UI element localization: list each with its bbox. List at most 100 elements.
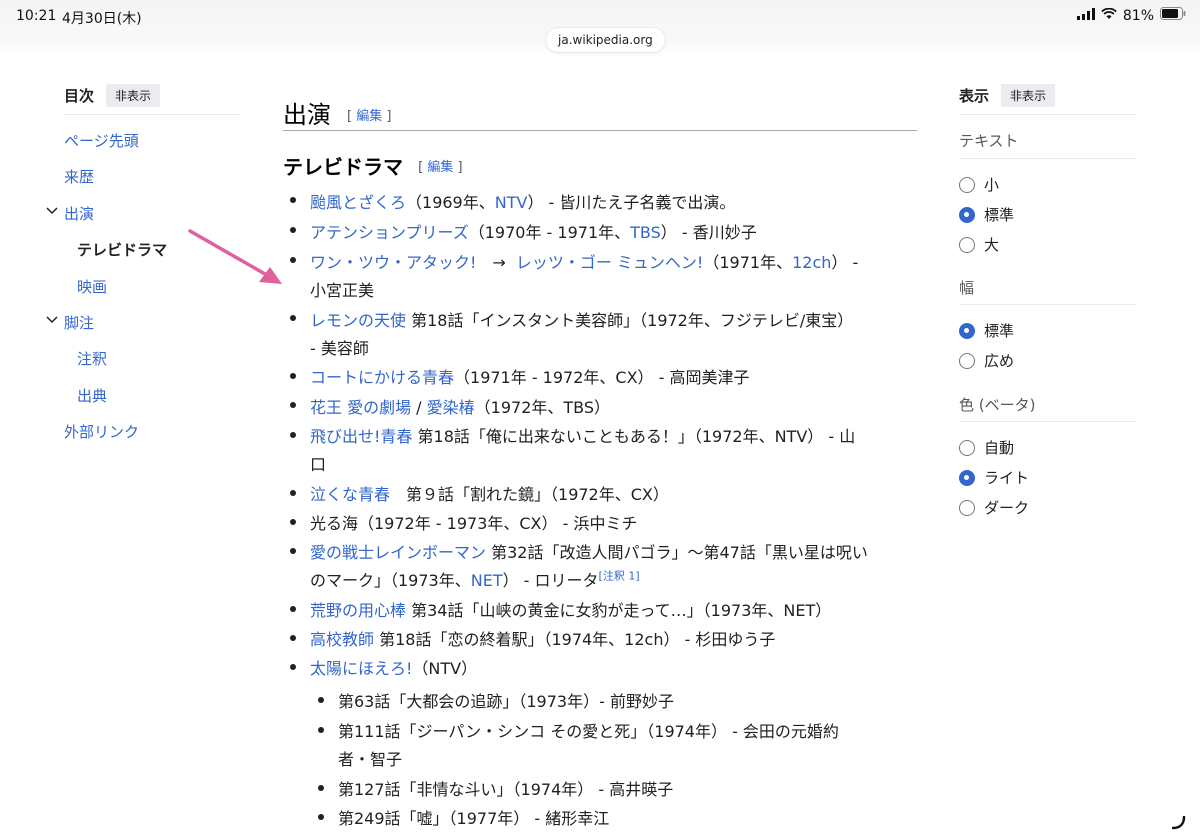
radio-button[interactable] — [959, 206, 975, 223]
width-heading: 幅 — [959, 279, 975, 297]
entry-link[interactable]: 愛の戦士レインボーマン — [310, 543, 486, 562]
toc-item-annotations[interactable]: 注釈 — [77, 348, 107, 369]
color-option-dark[interactable]: ダーク — [959, 497, 1029, 518]
toc-title: 目次 — [64, 86, 95, 105]
color-option-light[interactable]: ライト — [959, 467, 1029, 488]
edit-bracket: ] — [386, 109, 392, 124]
edit-bracket: ] — [457, 160, 463, 175]
annotation-arrow-icon — [188, 229, 282, 284]
resize-corner-icon — [1172, 816, 1186, 830]
bullet — [290, 402, 296, 408]
entry-link[interactable]: TBS — [630, 223, 661, 242]
entry-link[interactable]: 颱風とざくろ — [310, 193, 406, 212]
sub-list-item: 第111話「ジーパン・シンコ その愛と死」（1974年） - 会田の元婚約 — [338, 722, 839, 741]
entry-link[interactable]: 飛び出せ!青春 — [310, 427, 412, 446]
entry-text: / — [411, 398, 427, 417]
entry-link[interactable]: 愛染椿 — [427, 398, 475, 417]
entry-link[interactable]: 高校教師 — [310, 630, 374, 649]
bullet — [290, 432, 296, 438]
sub-bullet — [318, 727, 324, 733]
list-item-continuation: - 美容師 — [310, 339, 369, 358]
entry-link[interactable]: NTV — [495, 193, 528, 212]
entry-text: 第32話「改造人間パゴラ」〜第47話「黒い星は呪い — [486, 543, 868, 562]
chevron-down-icon[interactable] — [46, 207, 58, 215]
width-option-standard[interactable]: 標準 — [959, 320, 1014, 341]
toc-item-label: 脚注 — [64, 314, 95, 332]
url-bar[interactable]: ja.wikipedia.org — [546, 28, 665, 52]
radio-button[interactable] — [959, 352, 975, 369]
subsection-edit: [ 編集 ] — [418, 160, 462, 175]
entry-text: 第34話「山峡の黄金に女豹が走って…」（1973年、NET） — [406, 601, 832, 620]
toc-sidebar: 目次 非表示 ページ先頭 来歴 出演 テレビドラマ 映画 脚注 注釈 出典 外部… — [46, 82, 242, 441]
appearance-title: 表示 — [959, 86, 990, 105]
list-item: レモンの天使 第18話「インスタント美容師」（1972年、フジテレビ/東宝） — [310, 307, 853, 331]
list-item: 愛の戦士レインボーマン 第32話「改造人間パゴラ」〜第47話「黒い星は呪い — [310, 539, 868, 563]
subsection-title: テレビドラマ — [283, 155, 403, 179]
battery-percent: 81% — [1122, 7, 1154, 24]
text-size-option-large[interactable]: 大 — [959, 234, 999, 255]
bullet — [290, 664, 296, 670]
toc-item-movies[interactable]: 映画 — [77, 276, 107, 297]
radio-button[interactable] — [959, 469, 975, 486]
edit-link[interactable]: 編集 — [356, 109, 382, 124]
entry-link[interactable]: NET — [471, 571, 503, 590]
bullet — [290, 635, 296, 641]
text-size-option-standard[interactable]: 標準 — [959, 204, 1014, 225]
toc-item-notes[interactable]: 脚注 — [46, 312, 95, 333]
entry-link[interactable]: レモンの天使 — [310, 311, 406, 330]
option-label: 小 — [984, 176, 1000, 194]
option-label: 大 — [984, 236, 1000, 254]
entry-link[interactable]: ワン・ツウ・アタック! — [310, 253, 476, 272]
list-item: ワン・ツウ・アタック! → レッツ・ゴー ミュンヘン!（1971年、12ch） - — [310, 249, 858, 273]
text-size-option-small[interactable]: 小 — [959, 174, 999, 195]
sub-bullet — [318, 697, 324, 703]
radio-button[interactable] — [959, 322, 975, 339]
color-option-auto[interactable]: 自動 — [959, 437, 1014, 458]
sub-bullet — [318, 785, 324, 791]
list-item-continuation: のマーク」（1973年、NET） - ロリータ[注釈 1] — [310, 567, 640, 591]
toc-item-sources[interactable]: 出典 — [77, 385, 107, 406]
toc-item-tv-drama[interactable]: テレビドラマ — [77, 239, 167, 260]
entry-text: （1972年、TBS） — [474, 398, 611, 417]
entry-text: （1970年 - 1971年、 — [468, 223, 631, 242]
entry-text: （1969年、 — [406, 193, 495, 212]
entry-text: 第９話「割れた鏡」（1972年、CX） — [390, 485, 669, 504]
footnote-link[interactable]: [注釈 1] — [599, 570, 640, 583]
chevron-down-icon[interactable] — [46, 316, 58, 324]
sub-list-item: 第63話「大都会の追跡」（1973年）- 前野妙子 — [338, 692, 674, 711]
appearance-hide-button[interactable]: 非表示 — [1001, 83, 1056, 107]
toc-item-history[interactable]: 来歴 — [64, 166, 94, 187]
section-heading: 出演 [ 編集 ] — [283, 93, 917, 131]
entry-link[interactable]: アテンションプリーズ — [310, 223, 469, 242]
toc-item-external-links[interactable]: 外部リンク — [64, 421, 139, 442]
list-item-continuation: 口 — [310, 455, 327, 474]
radio-button[interactable] — [959, 499, 975, 516]
entry-link[interactable]: 花王 愛の劇場 — [310, 398, 411, 417]
radio-button[interactable] — [959, 176, 975, 193]
sub-bullet — [318, 814, 324, 820]
entry-link[interactable]: 太陽にほえろ! — [310, 659, 412, 678]
entry-text: 第18話「インスタント美容師」（1972年、フジテレビ/東宝） — [406, 311, 854, 330]
bullet — [290, 373, 296, 379]
width-option-wide[interactable]: 広め — [959, 350, 1014, 371]
toc-hide-button[interactable]: 非表示 — [106, 83, 161, 107]
entry-link[interactable]: 泣くな青春 — [310, 485, 390, 504]
toc-item-page-top[interactable]: ページ先頭 — [64, 130, 139, 151]
radio-button[interactable] — [959, 439, 975, 456]
option-label: 標準 — [984, 206, 1015, 224]
option-label: ライト — [984, 469, 1030, 487]
entry-link[interactable]: 12ch — [792, 253, 831, 272]
entry-link[interactable]: コートにかける青春 — [310, 368, 454, 387]
entry-text: ） - ロリータ — [502, 571, 599, 590]
bullet — [290, 490, 296, 496]
list-item: 高校教師 第18話「恋の終着駅」（1974年、12ch） - 杉田ゆう子 — [310, 626, 775, 650]
toc-item-appearances[interactable]: 出演 — [46, 203, 94, 224]
entry-link[interactable]: レッツ・ゴー ミュンヘン! — [516, 253, 704, 272]
radio-button[interactable] — [959, 236, 975, 253]
entry-link[interactable]: 荒野の用心棒 — [310, 601, 406, 620]
section-edit: [ 編集 ] — [347, 105, 391, 124]
list-item-continuation: 小宮正美 — [310, 281, 375, 300]
appearance-panel: 表示 非表示 テキスト 小 標準 大 幅 標準 広め 色 (ベータ) 自動 ライ… — [959, 82, 1137, 517]
entry-arrow: → — [492, 253, 506, 272]
edit-link[interactable]: 編集 — [427, 160, 453, 175]
